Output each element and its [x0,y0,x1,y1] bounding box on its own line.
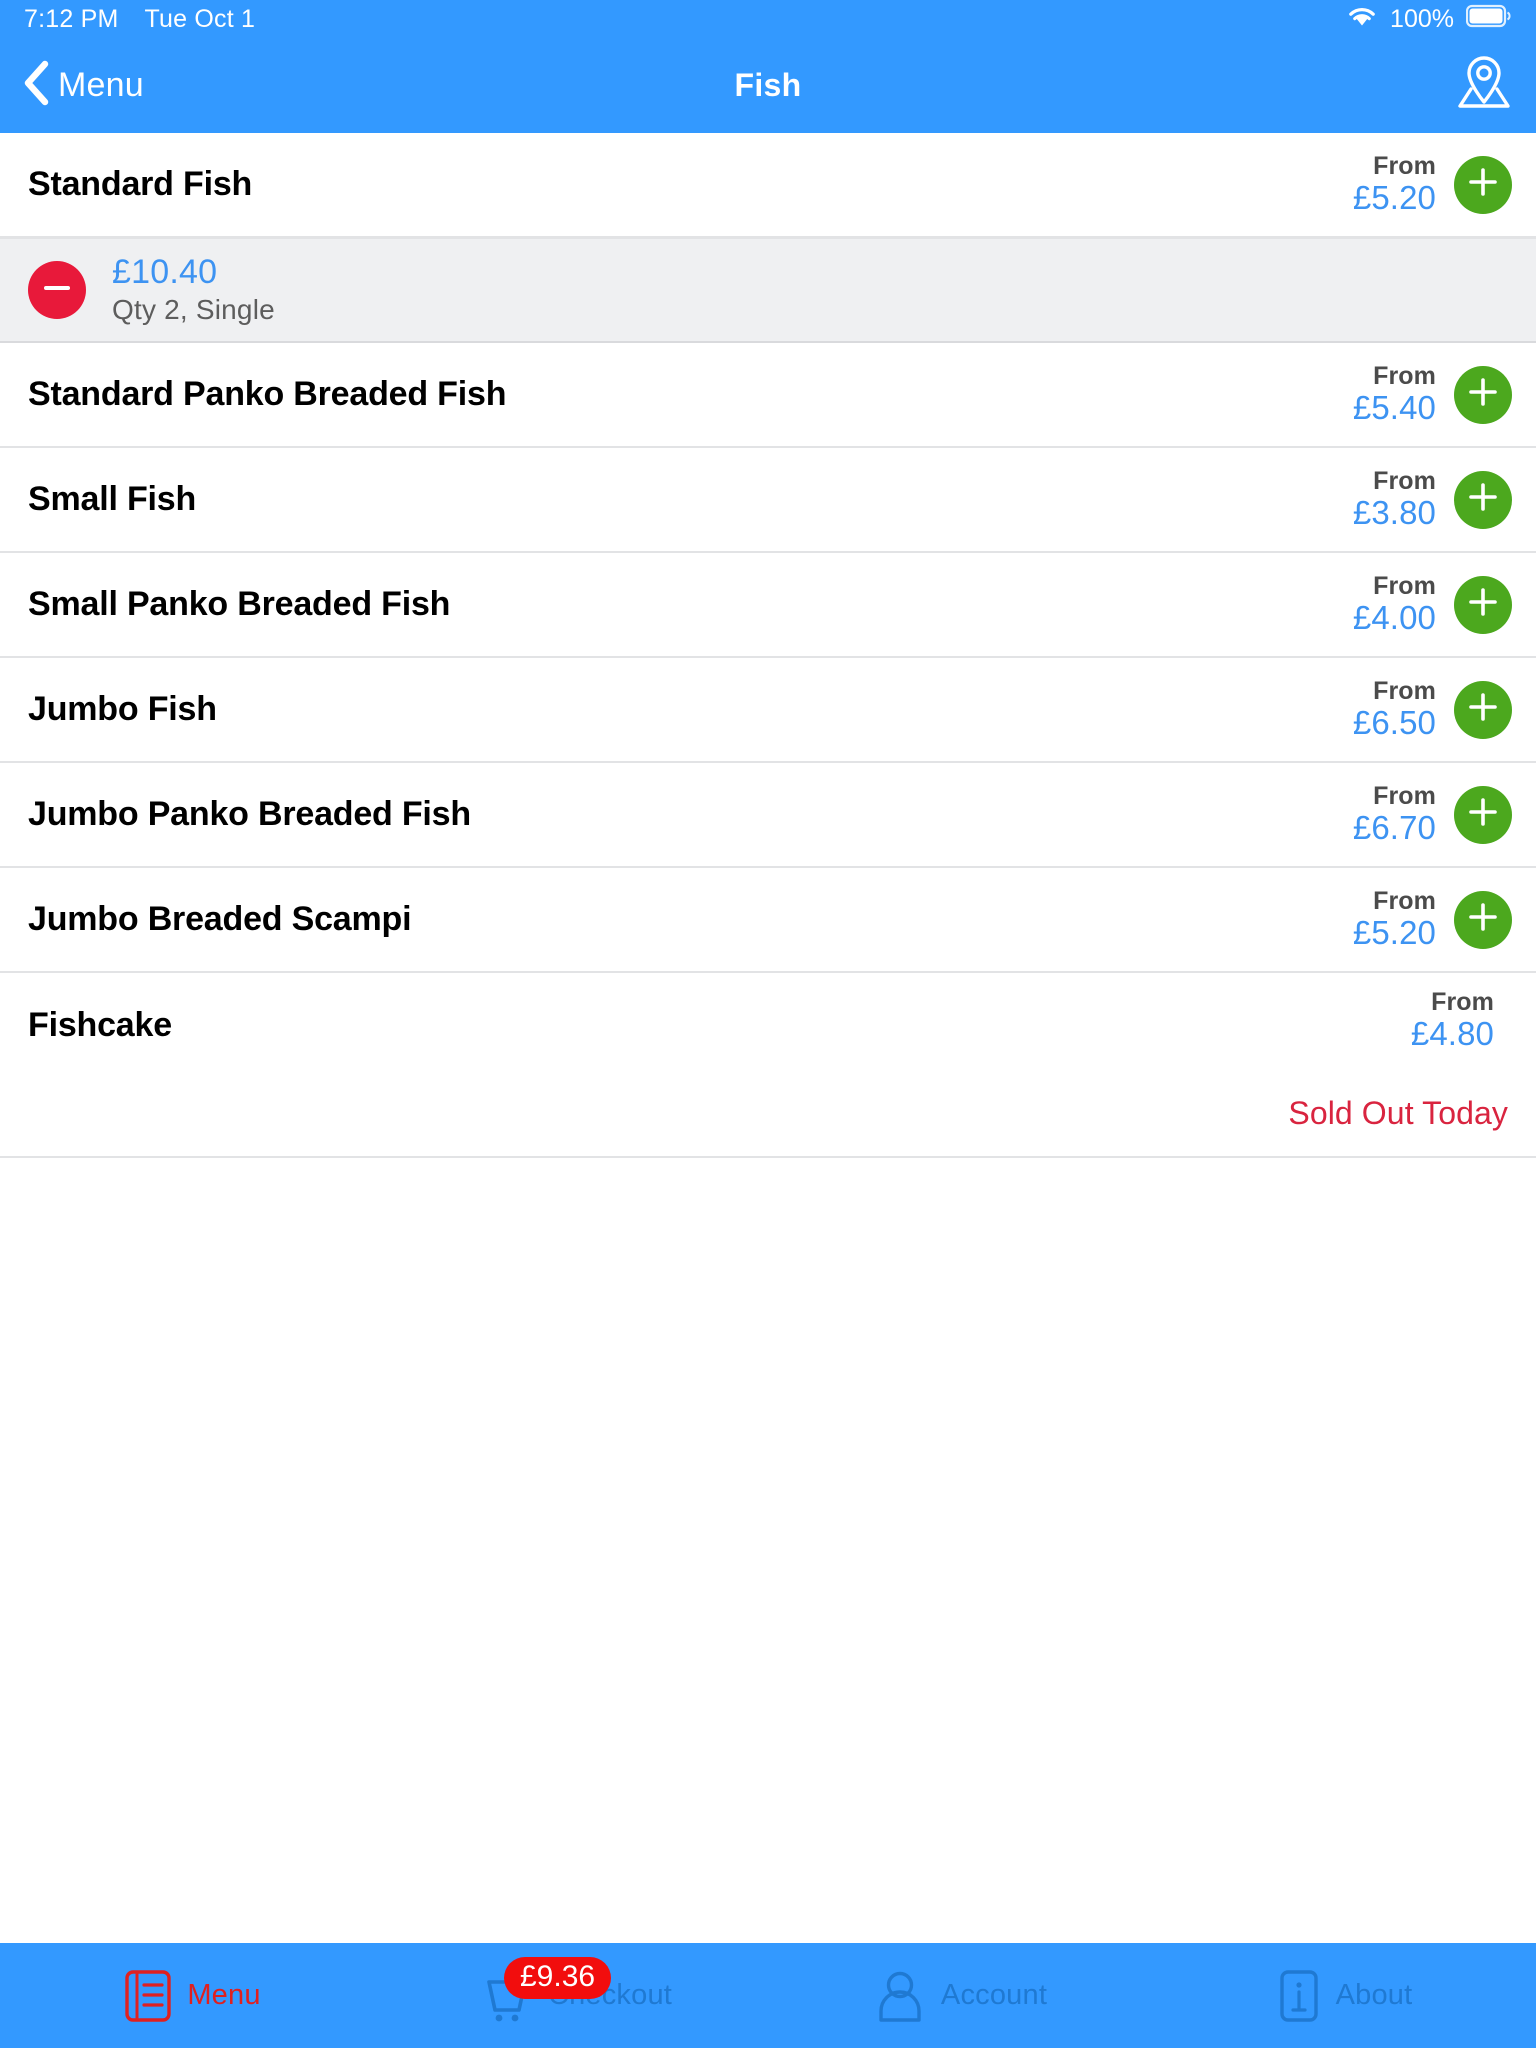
status-time: 7:12 PM [24,4,119,33]
add-item-button[interactable] [1454,890,1512,949]
price-value: £5.20 [1352,179,1436,217]
add-item-button[interactable] [1454,680,1512,739]
location-button[interactable] [1454,52,1514,119]
tab-menu[interactable]: Menu [0,1943,384,2048]
price-block: From £6.70 [1353,783,1436,846]
cart-line-text: £10.40 Qty 2, Single [112,253,275,327]
tab-bar: Menu £9.36 Checkout Account About [0,1943,1536,2048]
table-row[interactable]: Standard Panko Breaded Fish From £5.40 [0,343,1536,448]
item-name: Fishcake [28,1006,172,1044]
price-from-label: From [1373,782,1436,811]
price-value: £4.00 [1352,599,1436,637]
cart-total-badge: £9.36 [504,1957,612,1999]
add-item-button[interactable] [1454,785,1512,844]
price-from-label: From [1373,887,1436,916]
price-from-label: From [1373,467,1436,496]
table-row[interactable]: Small Panko Breaded Fish From £4.00 [0,553,1536,658]
cart-line-detail: Qty 2, Single [112,294,275,326]
item-name: Small Panko Breaded Fish [28,585,451,623]
battery-percent-label: 100% [1390,4,1454,33]
tab-label: Menu [187,1979,261,2011]
map-pin-icon [1454,52,1514,119]
price-block: From £5.40 [1353,363,1436,426]
back-button[interactable]: Menu [22,60,144,111]
menu-item-list: Standard Fish From £5.20 £10.40 Qty 2, S… [0,133,1536,1943]
table-row[interactable]: Jumbo Breaded Scampi From £5.20 [0,868,1536,973]
price-value: £3.80 [1352,494,1436,532]
table-row[interactable]: Jumbo Fish From £6.50 [0,658,1536,763]
price-from-label: From [1373,152,1436,181]
price-from-label: From [1373,572,1436,601]
price-block: From £5.20 [1353,153,1436,216]
item-name: Jumbo Fish [28,690,217,728]
app-root: 7:12 PM Tue Oct 1 100% Menu Fish Standar… [0,0,1536,2048]
item-name: Small Fish [28,480,197,518]
item-name: Standard Fish [28,165,253,203]
add-item-button[interactable] [1454,470,1512,529]
status-bar-left: 7:12 PM Tue Oct 1 [24,5,255,34]
price-value: £5.20 [1352,914,1436,952]
price-from-label: From [1431,988,1494,1016]
plus-icon [1466,375,1500,414]
price-value: £6.70 [1352,809,1436,847]
plus-icon [1466,480,1500,519]
nav-bar: Menu Fish [0,38,1536,133]
price-block: From £4.80 [1411,989,1494,1052]
price-block: From £6.50 [1353,678,1436,741]
add-item-button[interactable] [1454,365,1512,424]
price-value: £4.80 [1410,1015,1494,1053]
item-name: Jumbo Panko Breaded Fish [28,795,471,833]
plus-icon [1466,585,1500,624]
status-bar: 7:12 PM Tue Oct 1 100% [0,0,1536,38]
price-block: From £4.00 [1353,573,1436,636]
table-row[interactable]: Jumbo Panko Breaded Fish From £6.70 [0,763,1536,868]
price-value: £6.50 [1352,704,1436,742]
price-from-label: From [1373,677,1436,706]
plus-icon [1466,795,1500,834]
item-name: Jumbo Breaded Scampi [28,900,412,938]
plus-icon [1466,900,1500,939]
page-title: Fish [734,67,802,103]
add-item-button[interactable] [1454,155,1512,214]
plus-icon [1466,165,1500,204]
tab-account[interactable]: Account [768,1943,1152,2048]
table-row[interactable]: Fishcake From £4.80 Sold Out Today [0,973,1536,1158]
wifi-icon [1346,4,1378,35]
tab-label: About [1335,1979,1413,2011]
chevron-left-icon [22,60,50,111]
minus-icon [40,271,74,310]
battery-icon [1465,4,1512,35]
menu-book-icon [123,1968,173,2024]
table-row[interactable]: Standard Fish From £5.20 [0,133,1536,238]
status-bar-right: 100% [1346,4,1512,35]
status-date: Tue Oct 1 [144,4,256,33]
back-button-label: Menu [58,66,144,104]
person-icon [873,1968,927,2024]
cart-line-price: £10.40 [112,253,218,292]
remove-item-button[interactable] [28,261,86,319]
status-badge: Sold Out Today [1288,1095,1508,1131]
add-item-button[interactable] [1454,575,1512,634]
info-icon [1276,1968,1322,2024]
tab-checkout[interactable]: £9.36 Checkout [384,1943,768,2048]
price-block: From £3.80 [1353,468,1436,531]
tab-label: Account [940,1979,1048,2011]
plus-icon [1466,690,1500,729]
price-value: £5.40 [1352,389,1436,427]
item-name: Standard Panko Breaded Fish [28,375,507,413]
cart-line-row[interactable]: £10.40 Qty 2, Single [0,238,1536,343]
price-from-label: From [1373,362,1436,391]
price-block: From £5.20 [1353,888,1436,951]
table-row[interactable]: Small Fish From £3.80 [0,448,1536,553]
tab-about[interactable]: About [1152,1943,1536,2048]
